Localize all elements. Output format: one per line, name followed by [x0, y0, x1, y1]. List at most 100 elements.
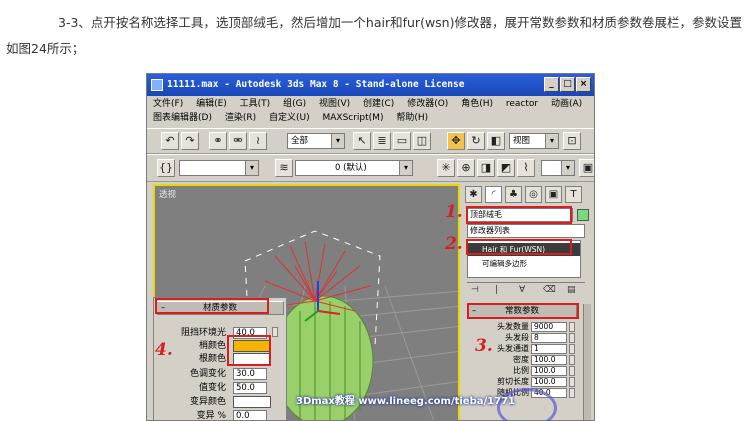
stack-toolbar: ⊣ | ∀ ⌫ ▤ — [467, 282, 585, 298]
configure-sets-icon[interactable]: ▤ — [567, 285, 576, 295]
reference-coord-combo[interactable]: 视图 — [509, 133, 559, 149]
align-icon[interactable]: ◩ — [497, 159, 515, 177]
render-combo[interactable] — [541, 160, 575, 176]
material-label: 根颜色 — [198, 354, 226, 364]
bind-spacewarp-icon[interactable]: ≀ — [249, 132, 267, 150]
redo-icon[interactable]: ↷ — [181, 132, 199, 150]
menu-edit[interactable]: 编辑(E) — [196, 99, 227, 109]
material-row: 值变化 50.0 — [156, 382, 286, 394]
show-end-result-icon[interactable]: | — [495, 285, 498, 295]
material-value[interactable]: 30.0 — [233, 368, 267, 380]
param-value[interactable]: 100.0 — [531, 366, 567, 376]
app-icon — [151, 79, 163, 91]
highlight-material-params — [155, 298, 269, 314]
display-tab-icon[interactable]: ▣ — [545, 186, 562, 203]
link-icon[interactable]: ⚭ — [209, 132, 227, 150]
undo-icon[interactable]: ↶ — [161, 132, 179, 150]
unlink-icon[interactable]: ⚮ — [229, 132, 247, 150]
close-button[interactable]: × — [576, 77, 591, 92]
spinner-icon[interactable] — [569, 344, 575, 354]
param-label: 剪切长度 — [497, 377, 529, 386]
hierarchy-tab-icon[interactable]: ♣ — [505, 186, 522, 203]
remove-modifier-icon[interactable]: ⌫ — [543, 285, 556, 295]
create-tab-icon[interactable]: ✱ — [465, 186, 482, 203]
stack-item-editable-poly[interactable]: 可编辑多边形 — [468, 257, 580, 270]
spinner-icon[interactable] — [569, 355, 575, 365]
mutant-color-swatch[interactable] — [233, 396, 271, 408]
selection-filter-combo[interactable]: 全部 — [287, 133, 345, 149]
material-value[interactable]: 0.0 — [233, 410, 267, 420]
material-label: 变异 % — [196, 411, 226, 421]
mirror-icon[interactable]: ◨ — [477, 159, 495, 177]
layer-combo[interactable]: 0 (默认) — [295, 160, 413, 176]
angle-snap-icon[interactable]: ⊕ — [457, 159, 475, 177]
menu-row-1: 文件(F) 编辑(E) 工具(T) 组(G) 视图(V) 创建(C) 修改器(O… — [153, 97, 592, 111]
param-label: 头发数量 — [497, 322, 529, 331]
spinner-icon[interactable] — [569, 333, 575, 343]
annotation-4: 4. — [155, 340, 173, 360]
move-icon[interactable]: ✥ — [447, 132, 465, 150]
menu-help[interactable]: 帮助(H) — [396, 113, 428, 123]
main-toolbar: ↶ ↷ ⚭ ⚮ ≀ 全部 ↖ ≣ ▭ ◫ ✥ ↻ ◧ 视图 ⊡ — [147, 128, 594, 154]
make-unique-icon[interactable]: ∀ — [519, 285, 525, 295]
menu-maxscript[interactable]: MAXScript(M) — [322, 113, 383, 123]
menu-file[interactable]: 文件(F) — [153, 99, 183, 109]
minimize-button[interactable]: _ — [544, 77, 559, 92]
spinner-icon[interactable] — [272, 327, 278, 337]
param-value[interactable]: 8 — [531, 333, 567, 343]
menu-character[interactable]: 角色(H) — [461, 99, 493, 109]
select-by-name-icon[interactable]: ≣ — [373, 132, 391, 150]
highlight-constant-params — [467, 303, 579, 319]
motion-tab-icon[interactable]: ◎ — [525, 186, 542, 203]
material-label: 阻挡环境光 — [180, 328, 226, 338]
material-label: 梢颜色 — [198, 341, 226, 351]
annotation-2: 2. — [445, 234, 463, 254]
snap-icon[interactable]: ✳ — [437, 159, 455, 177]
menu-group[interactable]: 组(G) — [283, 99, 306, 109]
spinner-icon[interactable] — [569, 322, 575, 332]
menu-views[interactable]: 视图(V) — [319, 99, 350, 109]
spinner-icon[interactable] — [569, 366, 575, 376]
modify-tab-icon[interactable]: ◜ — [485, 186, 502, 203]
render-icon[interactable]: ▣ — [579, 159, 594, 177]
maximize-button[interactable]: □ — [560, 77, 575, 92]
paragraph-text: 3-3、点开按名称选择工具，选顶部绒毛，然后增加一个hair和fur(wsn)修… — [6, 15, 742, 56]
menu-bar: 文件(F) 编辑(E) 工具(T) 组(G) 视图(V) 创建(C) 修改器(O… — [147, 96, 594, 126]
modifier-list-combo[interactable]: 修改器列表 — [467, 224, 585, 238]
menu-animation[interactable]: 动画(A) — [551, 99, 582, 109]
pin-stack-icon[interactable]: ⊣ — [471, 285, 479, 295]
scale-icon[interactable]: ◧ — [487, 132, 505, 150]
command-panel-scrollbar[interactable] — [583, 304, 591, 420]
select-object-icon[interactable]: ↖ — [353, 132, 371, 150]
spinner-icon[interactable] — [569, 377, 575, 387]
menu-modifiers[interactable]: 修改器(O) — [407, 99, 448, 109]
param-value[interactable]: 1 — [531, 344, 567, 354]
region-select-icon[interactable]: ▭ — [393, 132, 411, 150]
named-selection-icon[interactable]: {} — [157, 159, 175, 177]
param-label: 头发通道 — [497, 344, 529, 353]
material-row: 色调变化 30.0 — [156, 368, 286, 380]
menu-rendering[interactable]: 渲染(R) — [225, 113, 256, 123]
layer-manager-icon[interactable]: ≋ — [275, 159, 293, 177]
menu-create[interactable]: 创建(C) — [363, 99, 394, 109]
menu-graph-editors[interactable]: 图表编辑器(D) — [153, 113, 212, 123]
material-value[interactable]: 50.0 — [233, 382, 267, 394]
rotate-icon[interactable]: ↻ — [467, 132, 485, 150]
menu-row-2: 图表编辑器(D) 渲染(R) 自定义(U) MAXScript(M) 帮助(H) — [153, 111, 438, 125]
param-value[interactable]: 100.0 — [531, 355, 567, 365]
named-selection-combo[interactable] — [179, 160, 259, 176]
menu-customize[interactable]: 自定义(U) — [269, 113, 310, 123]
curve-editor-icon[interactable]: ⌇ — [517, 159, 535, 177]
spinner-icon[interactable] — [569, 388, 575, 398]
param-value[interactable]: 9000 — [531, 322, 567, 332]
window-crossing-icon[interactable]: ◫ — [413, 132, 431, 150]
second-toolbar: {} ≋ 0 (默认) ✳ ⊕ ◨ ◩ ⌇ ▣ — [147, 154, 594, 182]
utilities-tab-icon[interactable]: T — [565, 186, 582, 203]
window-titlebar: 11111.max - Autodesk 3ds Max 8 - Stand-a… — [147, 74, 594, 96]
menu-reactor[interactable]: reactor — [506, 99, 538, 109]
material-row: 变异 % 0.0 — [156, 410, 286, 421]
menu-tools[interactable]: 工具(T) — [240, 99, 271, 109]
pivot-icon[interactable]: ⊡ — [563, 132, 581, 150]
param-value[interactable]: 100.0 — [531, 377, 567, 387]
object-color-swatch[interactable] — [577, 209, 589, 221]
